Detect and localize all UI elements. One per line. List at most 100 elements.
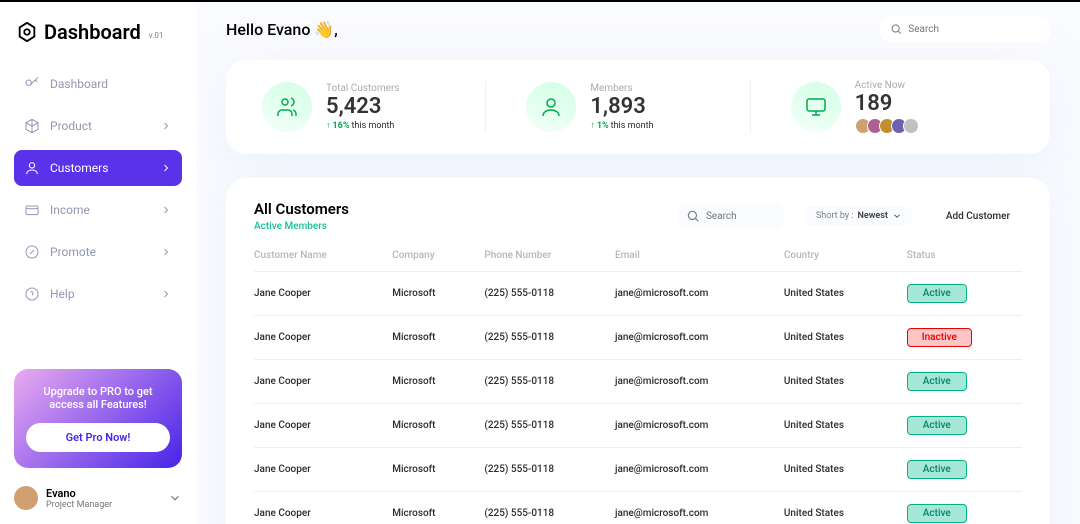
search-icon bbox=[686, 209, 700, 223]
cell-country: United States bbox=[784, 404, 907, 448]
cell-email: jane@microsoft.com bbox=[615, 360, 784, 404]
chevron-right-icon bbox=[160, 288, 172, 300]
chevron-right-icon bbox=[160, 204, 172, 216]
avatar bbox=[14, 486, 38, 510]
sidebar: Dashboard v.01 DashboardProductCustomers… bbox=[0, 2, 196, 524]
cell-name: Jane Cooper bbox=[254, 272, 392, 316]
arrow-up-icon: ↑ bbox=[590, 120, 595, 131]
user-name: Evano bbox=[46, 487, 112, 500]
cell-email: jane@microsoft.com bbox=[615, 448, 784, 492]
cell-company: Microsoft bbox=[392, 272, 484, 316]
key-icon bbox=[24, 76, 40, 92]
sidebar-item-income[interactable]: Income bbox=[14, 192, 182, 228]
stat-members: Members1,893↑1% this month bbox=[485, 82, 749, 132]
cell-name: Jane Cooper bbox=[254, 448, 392, 492]
nav-label: Dashboard bbox=[50, 77, 108, 91]
search-icon bbox=[890, 22, 902, 36]
cell-country: United States bbox=[784, 492, 907, 524]
table-row[interactable]: Jane CooperMicrosoft(225) 555-0118jane@m… bbox=[254, 404, 1022, 448]
stat-trend: ↑1% this month bbox=[590, 120, 653, 131]
sidebar-item-help[interactable]: Help bbox=[14, 276, 182, 312]
sort-value: Newest bbox=[858, 211, 888, 221]
user-icon bbox=[24, 160, 40, 176]
column-header: Phone Number bbox=[484, 250, 615, 272]
status-badge: Active bbox=[907, 416, 967, 435]
avatar-dot bbox=[903, 118, 919, 134]
stat-icon bbox=[791, 82, 841, 132]
cell-name: Jane Cooper bbox=[254, 404, 392, 448]
stat-label: Members bbox=[590, 83, 653, 94]
cell-phone: (225) 555-0118 bbox=[484, 272, 615, 316]
cell-country: United States bbox=[784, 360, 907, 404]
nav-label: Product bbox=[50, 119, 92, 133]
chevron-right-icon bbox=[160, 246, 172, 258]
stat-active-now: Active Now189 bbox=[750, 80, 1014, 134]
chevron-down-icon[interactable] bbox=[168, 491, 182, 505]
active-avatars bbox=[855, 118, 919, 134]
cell-phone: (225) 555-0118 bbox=[484, 492, 615, 524]
cell-country: United States bbox=[784, 448, 907, 492]
table-row[interactable]: Jane CooperMicrosoft(225) 555-0118jane@m… bbox=[254, 360, 1022, 404]
chevron-down-icon bbox=[892, 211, 902, 221]
cube-icon bbox=[24, 118, 40, 134]
global-search-input[interactable] bbox=[908, 24, 1040, 35]
sidebar-item-promote[interactable]: Promote bbox=[14, 234, 182, 270]
cell-country: United States bbox=[784, 316, 907, 360]
logo-version: v.01 bbox=[149, 31, 164, 40]
cell-phone: (225) 555-0118 bbox=[484, 360, 615, 404]
table-row[interactable]: Jane CooperMicrosoft(225) 555-0118jane@m… bbox=[254, 272, 1022, 316]
add-customer-button[interactable]: Add Customer bbox=[934, 206, 1022, 227]
table-row[interactable]: Jane CooperMicrosoft(225) 555-0118jane@m… bbox=[254, 316, 1022, 360]
panel-search-input[interactable] bbox=[706, 211, 776, 222]
cell-email: jane@microsoft.com bbox=[615, 272, 784, 316]
column-header: Country bbox=[784, 250, 907, 272]
sidebar-item-dashboard[interactable]: Dashboard bbox=[14, 66, 182, 102]
chevron-right-icon bbox=[160, 162, 172, 174]
stat-icon bbox=[526, 82, 576, 132]
cell-country: United States bbox=[784, 272, 907, 316]
stat-label: Total Customers bbox=[326, 83, 400, 94]
cell-company: Microsoft bbox=[392, 492, 484, 524]
customers-table: Customer NameCompanyPhone NumberEmailCou… bbox=[254, 250, 1022, 524]
cell-phone: (225) 555-0118 bbox=[484, 404, 615, 448]
arrow-up-icon: ↑ bbox=[326, 120, 331, 131]
status-badge: Active bbox=[907, 284, 967, 303]
column-header: Email bbox=[615, 250, 784, 272]
cell-email: jane@microsoft.com bbox=[615, 316, 784, 360]
column-header: Status bbox=[907, 250, 1022, 272]
cell-phone: (225) 555-0118 bbox=[484, 448, 615, 492]
user-profile[interactable]: Evano Project Manager bbox=[14, 486, 182, 510]
sidebar-item-customers[interactable]: Customers bbox=[14, 150, 182, 186]
help-icon bbox=[24, 286, 40, 302]
user-role: Project Manager bbox=[46, 500, 112, 510]
table-row[interactable]: Jane CooperMicrosoft(225) 555-0118jane@m… bbox=[254, 448, 1022, 492]
column-header: Customer Name bbox=[254, 250, 392, 272]
cell-name: Jane Cooper bbox=[254, 360, 392, 404]
get-pro-button[interactable]: Get Pro Now! bbox=[26, 423, 170, 452]
cell-phone: (225) 555-0118 bbox=[484, 316, 615, 360]
main-content: Hello Evano 👋, Total Customers5,423↑16% … bbox=[196, 2, 1080, 524]
sidebar-item-product[interactable]: Product bbox=[14, 108, 182, 144]
stats-card: Total Customers5,423↑16% this month Membe… bbox=[226, 60, 1050, 154]
sort-label: Short by : bbox=[816, 211, 854, 221]
panel-search[interactable] bbox=[678, 204, 784, 228]
stat-value: 189 bbox=[855, 92, 919, 116]
status-badge: Active bbox=[907, 372, 967, 391]
cell-name: Jane Cooper bbox=[254, 316, 392, 360]
promo-card: Upgrade to PRO to get access all Feature… bbox=[14, 369, 182, 468]
promo-text: Upgrade to PRO to get access all Feature… bbox=[26, 385, 170, 411]
stat-icon bbox=[262, 82, 312, 132]
logo-icon bbox=[16, 21, 38, 43]
sort-dropdown[interactable]: Short by : Newest bbox=[806, 206, 912, 226]
cell-email: jane@microsoft.com bbox=[615, 492, 784, 524]
table-row[interactable]: Jane CooperMicrosoft(225) 555-0118jane@m… bbox=[254, 492, 1022, 524]
stat-trend: ↑16% this month bbox=[326, 120, 400, 131]
nav-label: Income bbox=[50, 203, 90, 217]
global-search[interactable] bbox=[880, 16, 1050, 42]
topbar: Hello Evano 👋, bbox=[226, 16, 1050, 42]
nav-label: Promote bbox=[50, 245, 96, 259]
status-badge: Active bbox=[907, 504, 967, 523]
status-badge: Active bbox=[907, 460, 967, 479]
cell-email: jane@microsoft.com bbox=[615, 404, 784, 448]
stat-value: 5,423 bbox=[326, 95, 400, 119]
